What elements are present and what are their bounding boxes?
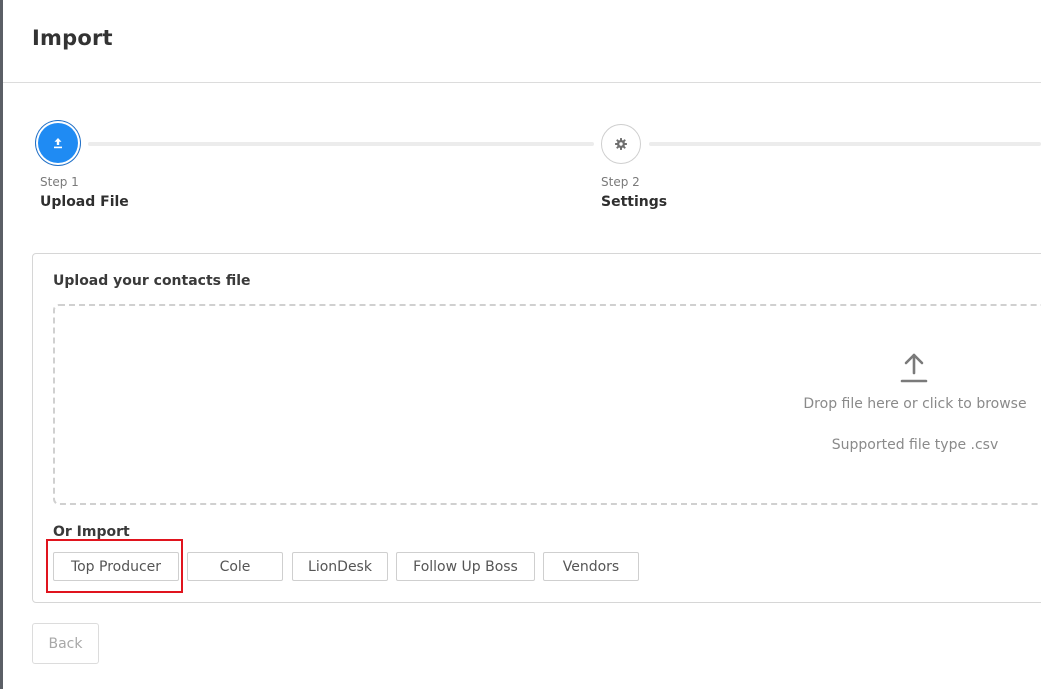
import-page: Import Step 1 Upload File Step 2 Setting… xyxy=(0,0,1041,689)
step-1-number: Step 1 xyxy=(40,175,79,189)
upload-icon xyxy=(54,138,62,149)
step-connector-2 xyxy=(649,142,1041,146)
highlight-annotation xyxy=(46,539,183,593)
import-cole-button[interactable]: Cole xyxy=(187,552,283,581)
step-2-indicator xyxy=(601,124,641,164)
window-edge xyxy=(0,0,3,689)
back-button[interactable]: Back xyxy=(32,623,99,664)
step-1-name: Upload File xyxy=(40,194,129,210)
upload-section-title: Upload your contacts file xyxy=(53,273,251,289)
import-liondesk-button[interactable]: LionDesk xyxy=(292,552,388,581)
import-follow-up-boss-button[interactable]: Follow Up Boss xyxy=(396,552,535,581)
step-1-indicator xyxy=(38,123,78,163)
or-import-label: Or Import xyxy=(53,524,130,540)
step-2-name: Settings xyxy=(601,194,668,210)
gear-icon xyxy=(615,138,627,150)
upload-arrow-icon xyxy=(900,353,928,383)
import-vendors-button[interactable]: Vendors xyxy=(543,552,639,581)
page-header: Import xyxy=(3,0,1041,83)
step-connector-1 xyxy=(88,142,594,146)
drop-instructions: Drop file here or click to browse xyxy=(803,396,1027,412)
page-title: Import xyxy=(32,26,113,50)
step-2-number: Step 2 xyxy=(601,175,640,189)
supported-file-type: Supported file type .csv xyxy=(831,437,999,453)
